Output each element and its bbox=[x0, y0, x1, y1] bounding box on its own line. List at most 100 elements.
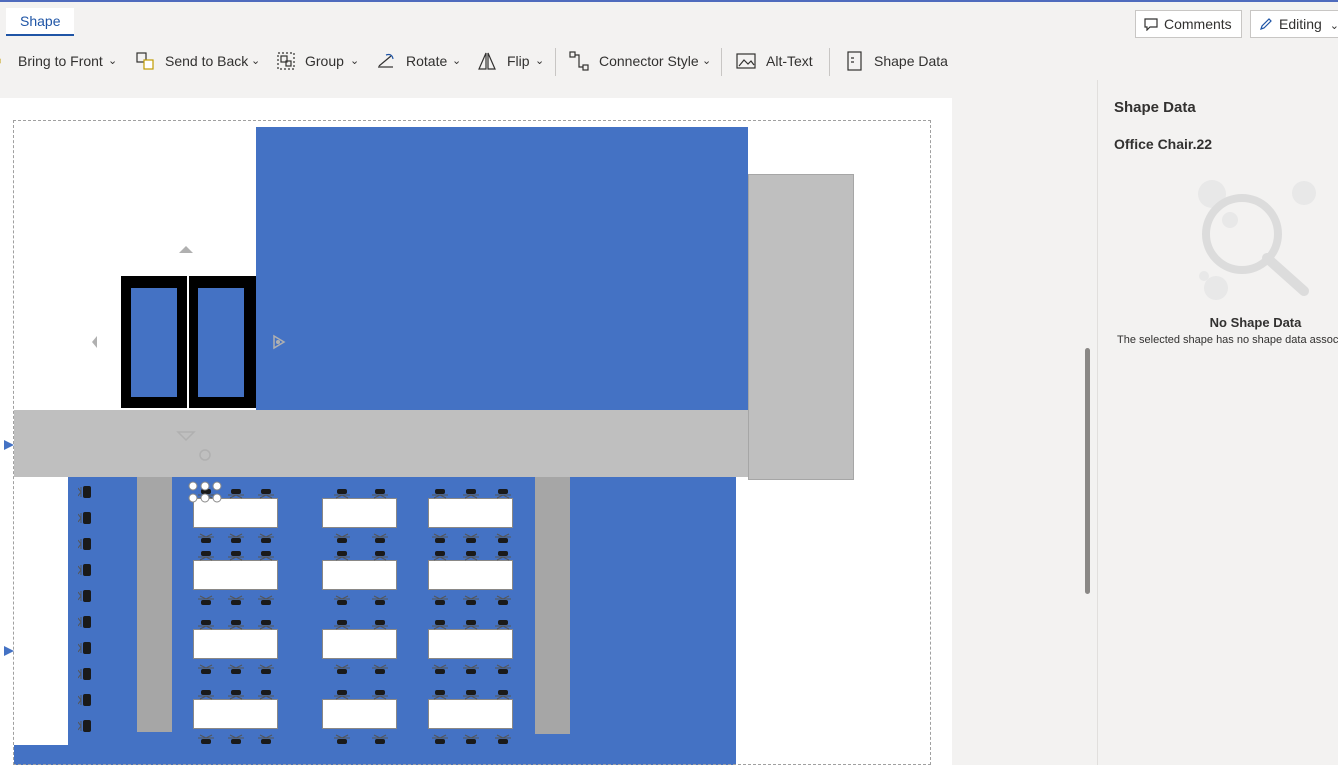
tab-shape[interactable]: Shape bbox=[6, 8, 75, 36]
office-chair[interactable] bbox=[332, 731, 352, 744]
office-chair[interactable] bbox=[493, 687, 513, 700]
alt-text-button[interactable]: Alt-Text bbox=[736, 46, 818, 76]
office-chair[interactable] bbox=[370, 548, 390, 561]
office-chair[interactable] bbox=[493, 617, 513, 630]
office-desk[interactable] bbox=[322, 629, 397, 659]
bring-to-front-button[interactable]: Bring to Front ⌄ bbox=[0, 46, 122, 76]
office-chair[interactable] bbox=[256, 486, 276, 499]
send-to-back-button[interactable]: Send to Back ⌄ bbox=[135, 46, 265, 76]
shape-data-button[interactable]: Shape Data bbox=[845, 46, 949, 76]
office-chair[interactable] bbox=[461, 592, 481, 605]
office-chair[interactable] bbox=[370, 592, 390, 605]
office-chair[interactable] bbox=[77, 692, 92, 708]
office-chair[interactable] bbox=[226, 617, 246, 630]
office-chair[interactable] bbox=[461, 486, 481, 499]
connector-style-button[interactable]: Connector Style ⌄ bbox=[569, 46, 715, 76]
office-desk[interactable] bbox=[322, 498, 397, 528]
office-desk[interactable] bbox=[322, 560, 397, 590]
office-chair[interactable] bbox=[332, 617, 352, 630]
office-chair[interactable] bbox=[430, 661, 450, 674]
selected-chair-handles[interactable] bbox=[188, 481, 222, 503]
office-chair[interactable] bbox=[430, 486, 450, 499]
office-chair[interactable] bbox=[196, 530, 216, 543]
office-chair[interactable] bbox=[430, 592, 450, 605]
office-chair[interactable] bbox=[77, 510, 92, 526]
office-chair[interactable] bbox=[196, 687, 216, 700]
office-chair[interactable] bbox=[370, 687, 390, 700]
office-chair[interactable] bbox=[370, 486, 390, 499]
office-chair[interactable] bbox=[77, 640, 92, 656]
office-desk[interactable] bbox=[428, 498, 513, 528]
flip-button[interactable]: Flip ⌄ bbox=[477, 46, 549, 76]
office-chair[interactable] bbox=[332, 661, 352, 674]
office-chair[interactable] bbox=[226, 530, 246, 543]
office-chair[interactable] bbox=[226, 661, 246, 674]
office-chair[interactable] bbox=[493, 548, 513, 561]
office-chair[interactable] bbox=[430, 548, 450, 561]
office-chair[interactable] bbox=[332, 687, 352, 700]
office-chair[interactable] bbox=[256, 661, 276, 674]
office-chair[interactable] bbox=[256, 548, 276, 561]
office-chair[interactable] bbox=[332, 486, 352, 499]
office-chair[interactable] bbox=[332, 548, 352, 561]
office-desk[interactable] bbox=[428, 560, 513, 590]
office-chair[interactable] bbox=[226, 548, 246, 561]
office-chair[interactable] bbox=[77, 484, 92, 500]
office-chair[interactable] bbox=[461, 661, 481, 674]
office-chair[interactable] bbox=[370, 530, 390, 543]
toolbar-divider bbox=[555, 48, 556, 76]
office-chair[interactable] bbox=[332, 530, 352, 543]
office-chair[interactable] bbox=[461, 530, 481, 543]
office-chair[interactable] bbox=[226, 486, 246, 499]
office-chair[interactable] bbox=[256, 617, 276, 630]
office-chair[interactable] bbox=[226, 687, 246, 700]
office-desk[interactable] bbox=[428, 699, 513, 729]
office-desk[interactable] bbox=[322, 699, 397, 729]
office-desk[interactable] bbox=[193, 629, 278, 659]
office-chair[interactable] bbox=[461, 687, 481, 700]
office-chair[interactable] bbox=[77, 562, 92, 578]
office-chair[interactable] bbox=[493, 661, 513, 674]
office-desk[interactable] bbox=[428, 629, 513, 659]
office-chair[interactable] bbox=[256, 687, 276, 700]
office-chair[interactable] bbox=[370, 617, 390, 630]
office-chair[interactable] bbox=[493, 592, 513, 605]
office-chair[interactable] bbox=[77, 536, 92, 552]
office-chair[interactable] bbox=[77, 666, 92, 682]
office-chair[interactable] bbox=[77, 614, 92, 630]
office-chair[interactable] bbox=[461, 731, 481, 744]
office-chair[interactable] bbox=[461, 617, 481, 630]
office-desk[interactable] bbox=[193, 560, 278, 590]
office-chair[interactable] bbox=[332, 592, 352, 605]
office-chair[interactable] bbox=[493, 731, 513, 744]
vertical-scrollbar[interactable] bbox=[1085, 348, 1090, 594]
shape-toolbar: Bring to Front ⌄ Send to Back ⌄ Group ⌄ … bbox=[0, 46, 1338, 76]
office-desk[interactable] bbox=[193, 699, 278, 729]
office-chair[interactable] bbox=[196, 592, 216, 605]
office-chair[interactable] bbox=[256, 592, 276, 605]
no-shape-data-title: No Shape Data bbox=[1209, 315, 1302, 330]
office-chair[interactable] bbox=[430, 617, 450, 630]
office-chair[interactable] bbox=[226, 592, 246, 605]
editing-button[interactable]: Editing ⌄ bbox=[1250, 10, 1338, 38]
office-chair[interactable] bbox=[370, 731, 390, 744]
office-chair[interactable] bbox=[256, 731, 276, 744]
office-chair[interactable] bbox=[196, 731, 216, 744]
comments-button[interactable]: Comments bbox=[1135, 10, 1242, 38]
office-chair[interactable] bbox=[77, 588, 92, 604]
office-chair[interactable] bbox=[196, 661, 216, 674]
office-chair[interactable] bbox=[196, 548, 216, 561]
office-chair[interactable] bbox=[493, 486, 513, 499]
group-button[interactable]: Group ⌄ bbox=[276, 46, 366, 76]
office-chair[interactable] bbox=[430, 687, 450, 700]
office-chair[interactable] bbox=[461, 548, 481, 561]
office-chair[interactable] bbox=[256, 530, 276, 543]
office-chair[interactable] bbox=[226, 731, 246, 744]
office-chair[interactable] bbox=[430, 530, 450, 543]
office-chair[interactable] bbox=[430, 731, 450, 744]
office-chair[interactable] bbox=[493, 530, 513, 543]
office-chair[interactable] bbox=[77, 718, 92, 734]
office-chair[interactable] bbox=[370, 661, 390, 674]
rotate-button[interactable]: Rotate ⌄ bbox=[376, 46, 466, 76]
office-chair[interactable] bbox=[196, 617, 216, 630]
